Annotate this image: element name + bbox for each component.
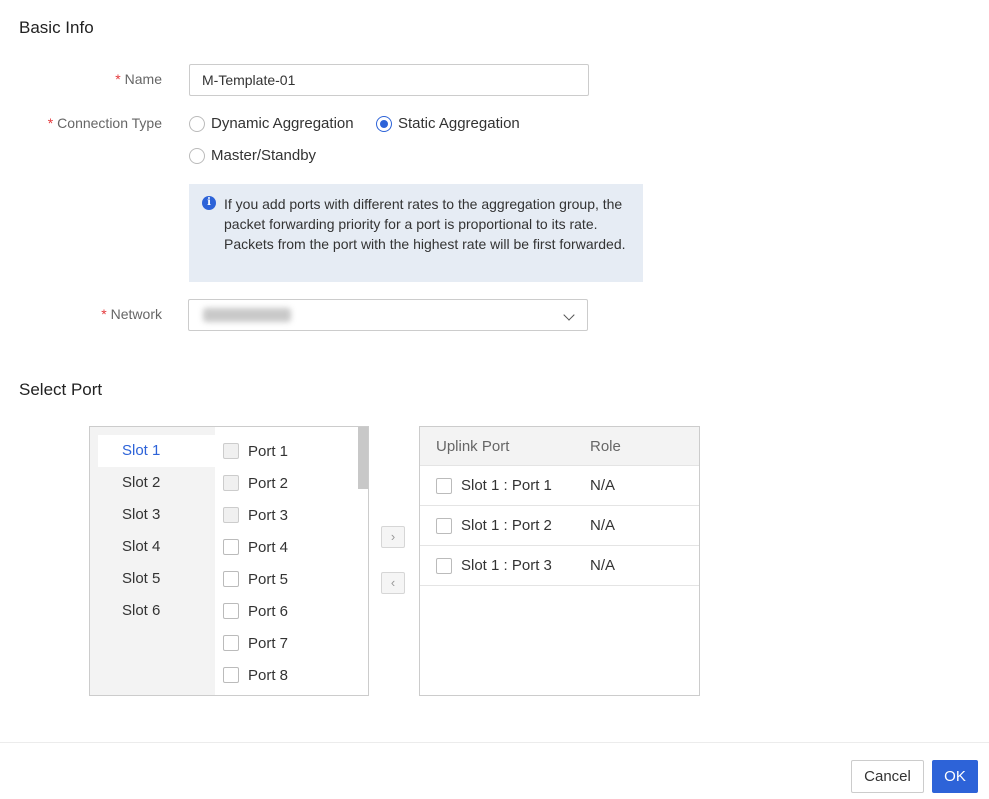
uplink-port-cell: Slot 1 : Port 2: [461, 517, 552, 534]
required-mark: *: [47, 115, 54, 131]
port-label: Port 7: [248, 634, 289, 652]
uplink-port-cell: Slot 1 : Port 3: [461, 557, 552, 574]
port-checkbox[interactable]: [223, 571, 239, 587]
info-notice: i If you add ports with different rates …: [189, 184, 643, 282]
move-right-button[interactable]: ›: [381, 526, 405, 548]
network-select[interactable]: dfasdfasdfad: [188, 299, 588, 331]
section-title-basic-info: Basic Info: [19, 18, 94, 37]
port-label: Port 4: [248, 538, 289, 556]
radio-label: Dynamic Aggregation: [211, 115, 354, 132]
port-label: Port 6: [248, 602, 289, 620]
section-title-select-port: Select Port: [19, 380, 103, 399]
radio-dynamic-aggregation[interactable]: Dynamic Aggregation: [189, 115, 354, 132]
port-label: Port 8: [248, 666, 289, 684]
table-row: Slot 1 : Port 2 N/A: [420, 506, 699, 546]
required-mark: *: [101, 306, 107, 322]
column-header-role: Role: [590, 437, 621, 455]
footer-divider: [0, 742, 989, 743]
row-checkbox[interactable]: [436, 517, 452, 534]
name-input[interactable]: [189, 64, 589, 96]
port-label: Port 1: [248, 442, 289, 460]
column-header-uplink-port: Uplink Port: [436, 437, 510, 455]
radio-circle: [189, 147, 205, 164]
selected-ports-header: Uplink Port Role: [420, 427, 699, 466]
slot-item-2[interactable]: Slot 2: [98, 467, 215, 499]
port-item-7[interactable]: Port 7: [215, 627, 358, 659]
row-checkbox[interactable]: [436, 557, 452, 574]
port-item-1[interactable]: Port 1: [215, 435, 358, 467]
port-checkbox-disabled[interactable]: [223, 475, 239, 491]
radio-circle: [189, 115, 205, 132]
table-row: Slot 1 : Port 3 N/A: [420, 546, 699, 586]
slot-list: Slot 1 Slot 2 Slot 3 Slot 4 Slot 5 Slot …: [90, 427, 215, 695]
uplink-port-cell: Slot 1 : Port 1: [461, 477, 552, 494]
port-item-3[interactable]: Port 3: [215, 499, 358, 531]
move-left-button[interactable]: ‹: [381, 572, 405, 594]
port-checkbox[interactable]: [223, 667, 239, 683]
port-source-panel: Slot 1 Slot 2 Slot 3 Slot 4 Slot 5 Slot …: [89, 426, 369, 696]
port-item-4[interactable]: Port 4: [215, 531, 358, 563]
slot-item-6[interactable]: Slot 6: [98, 595, 215, 627]
port-checkbox[interactable]: [223, 635, 239, 651]
port-item-6[interactable]: Port 6: [215, 595, 358, 627]
radio-label: Master/Standby: [211, 147, 317, 164]
port-item-2[interactable]: Port 2: [215, 467, 358, 499]
slot-item-4[interactable]: Slot 4: [98, 531, 215, 563]
radio-circle-checked: [376, 115, 392, 132]
name-label: * Name: [115, 71, 162, 87]
ok-button[interactable]: OK: [932, 760, 978, 793]
row-checkbox[interactable]: [436, 477, 452, 494]
port-item-8[interactable]: Port 8: [215, 659, 358, 691]
port-checkbox-disabled[interactable]: [223, 507, 239, 523]
role-cell: N/A: [590, 557, 616, 574]
port-item-5[interactable]: Port 5: [215, 563, 358, 595]
port-checkbox-disabled[interactable]: [223, 443, 239, 459]
table-row: Slot 1 : Port 1 N/A: [420, 466, 699, 506]
info-icon: i: [202, 196, 216, 210]
port-label: Port 2: [248, 474, 289, 492]
info-text: If you add ports with different rates to…: [224, 196, 626, 252]
radio-label: Static Aggregation: [398, 115, 520, 132]
radio-master-standby[interactable]: Master/Standby: [189, 147, 316, 164]
port-label: Port 5: [248, 570, 289, 588]
slot-item-5[interactable]: Slot 5: [98, 563, 215, 595]
network-label: * Network: [101, 306, 162, 322]
network-value-blurred: dfasdfasdfad: [203, 308, 291, 322]
port-checkbox[interactable]: [223, 539, 239, 555]
slot-item-3[interactable]: Slot 3: [98, 499, 215, 531]
cancel-button[interactable]: Cancel: [851, 760, 924, 793]
port-checkbox[interactable]: [223, 603, 239, 619]
required-mark: *: [115, 71, 121, 87]
connection-type-label: * Connection Type: [47, 115, 162, 131]
chevron-down-icon: [563, 309, 575, 321]
port-list-scrollbar[interactable]: [358, 427, 368, 489]
role-cell: N/A: [590, 477, 616, 494]
role-cell: N/A: [590, 517, 616, 534]
radio-static-aggregation[interactable]: Static Aggregation: [376, 115, 520, 132]
port-label: Port 3: [248, 506, 289, 524]
slot-item-1[interactable]: Slot 1: [98, 435, 215, 467]
port-list: Port 1 Port 2 Port 3 Port 4 Port 5 Port …: [215, 427, 358, 691]
selected-ports-panel: Uplink Port Role Slot 1 : Port 1 N/A Slo…: [419, 426, 700, 696]
